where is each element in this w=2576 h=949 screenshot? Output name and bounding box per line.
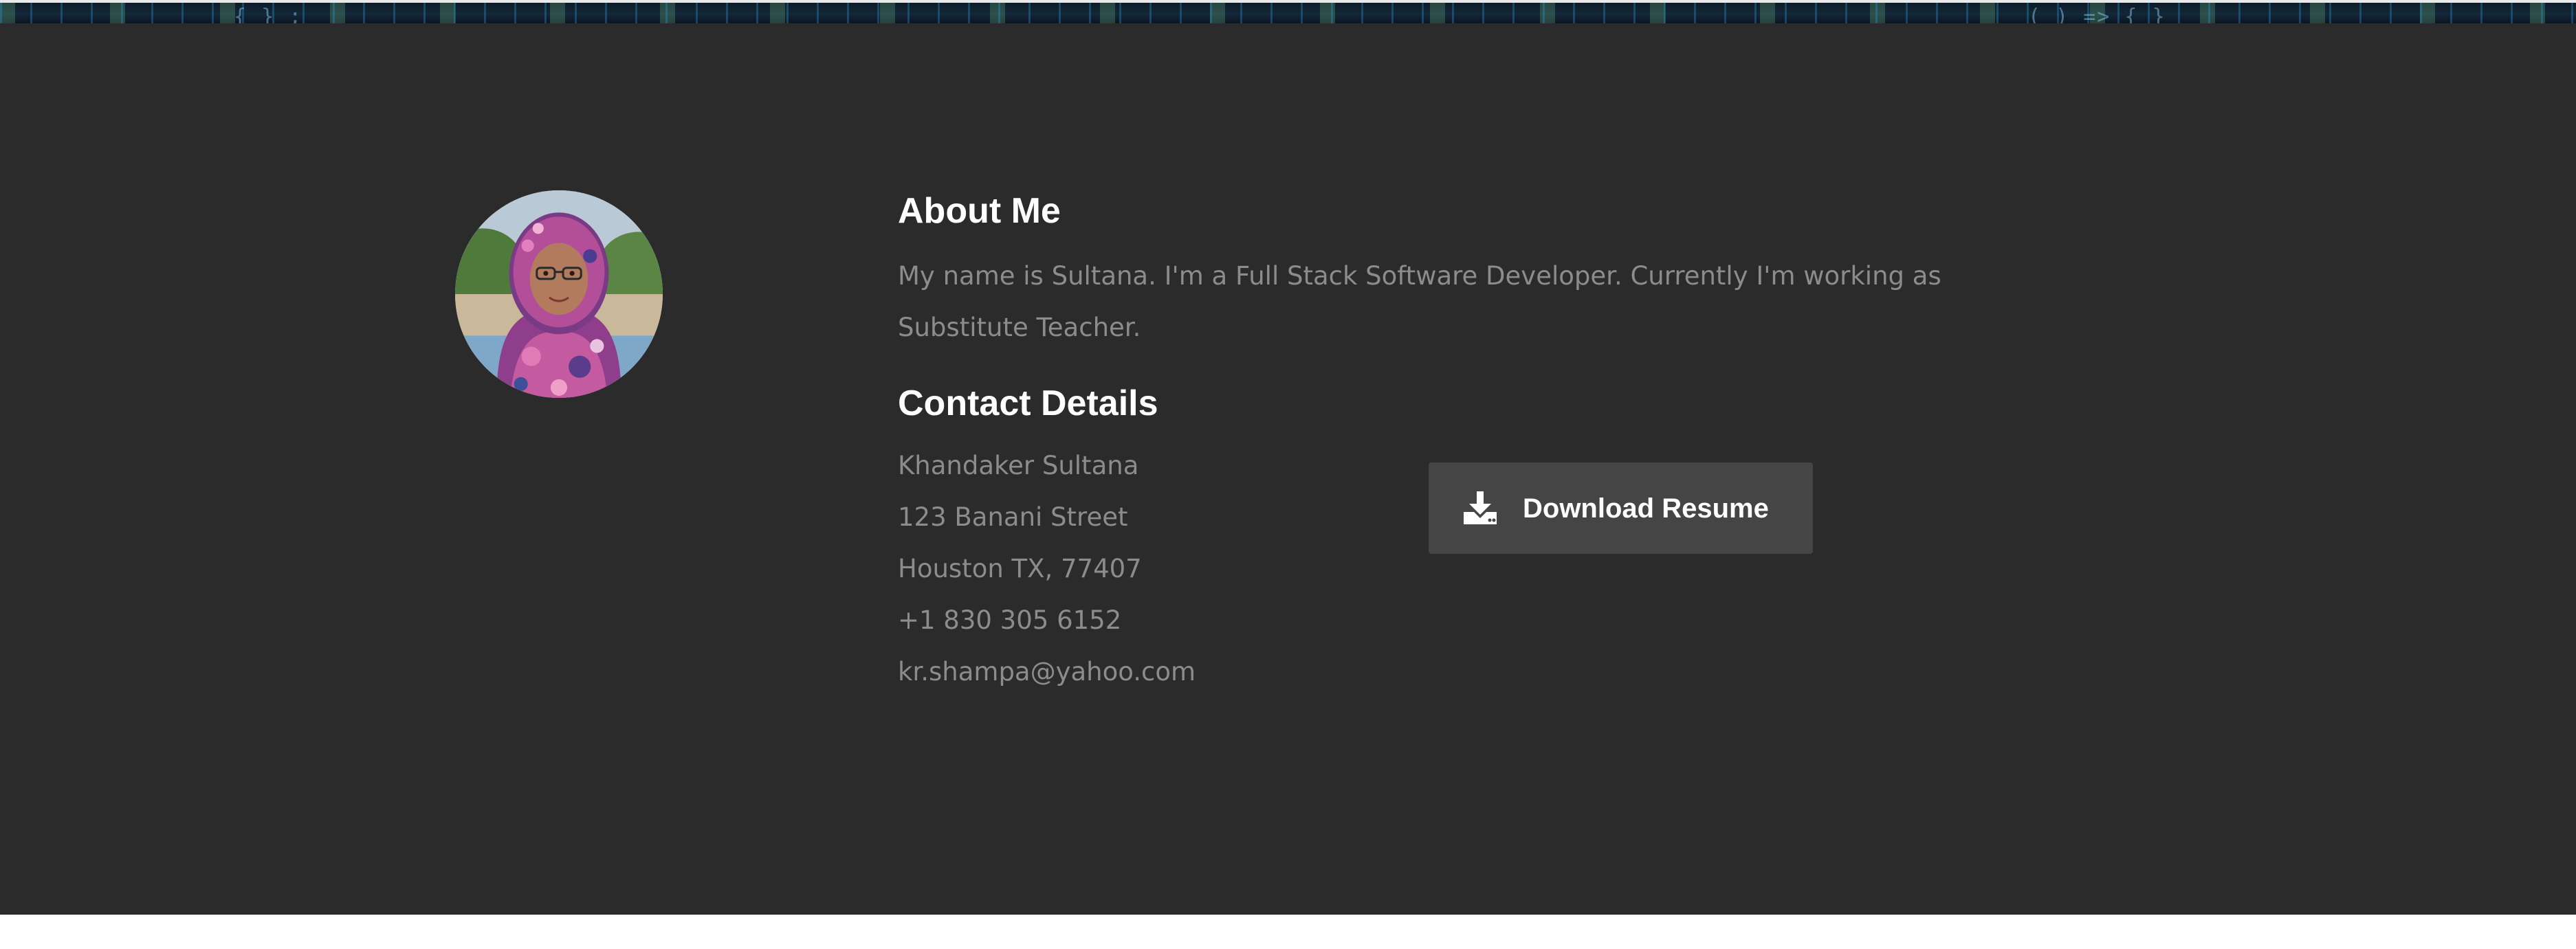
about-content: About Me My name is Sultana. I'm a Full … bbox=[898, 188, 2039, 697]
about-heading: About Me bbox=[898, 191, 1061, 231]
contact-heading: Contact Details bbox=[898, 383, 1158, 423]
download-resume-label: Download Resume bbox=[1523, 493, 1769, 524]
profile-photo-image bbox=[455, 190, 663, 398]
download-icon bbox=[1462, 490, 1499, 527]
profile-photo bbox=[455, 190, 663, 398]
hero-background-strip: { } ; ( ) => { } bbox=[0, 0, 2576, 23]
hero-code-decoration: ( ) => { } bbox=[2028, 5, 2166, 24]
hero-code-decoration: { } ; bbox=[234, 5, 303, 24]
contact-phone: +1 830 305 6152 bbox=[898, 605, 1122, 635]
about-description: My name is Sultana. I'm a Full Stack Sof… bbox=[898, 261, 1941, 342]
about-section: About Me My name is Sultana. I'm a Full … bbox=[0, 23, 2576, 915]
contact-email: kr.shampa@yahoo.com bbox=[898, 657, 1196, 686]
download-resume-button[interactable]: Download Resume bbox=[1429, 462, 1813, 554]
